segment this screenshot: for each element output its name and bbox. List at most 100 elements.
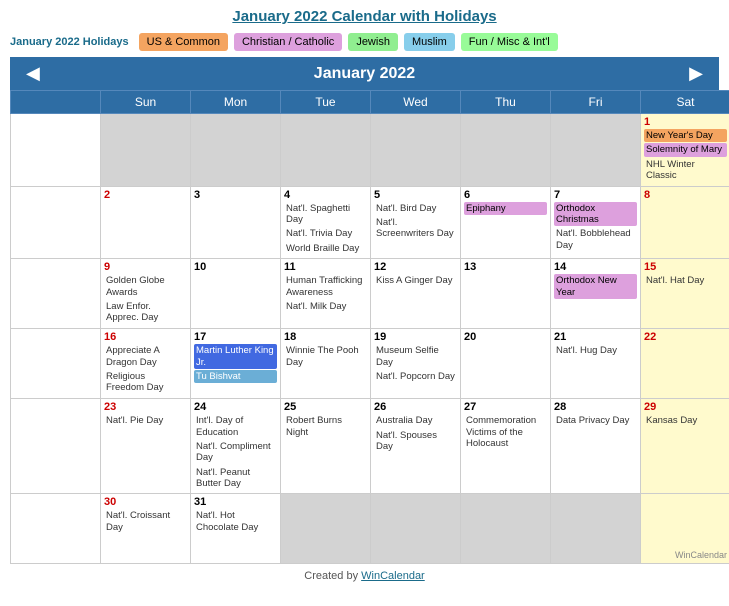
table-row: 3 9 Golden Globe Awards Law Enfor. Appre… [11, 259, 729, 329]
calendar-cell-empty [371, 494, 461, 564]
day-number: 7 [554, 189, 637, 201]
table-row: 6 30 Nat'l. Croissant Day 31 Nat'l. Hot … [11, 494, 729, 564]
event: Museum Selfie Day [374, 344, 457, 369]
week-num: 1 [11, 114, 101, 187]
event: Nat'l. Croissant Day [104, 509, 187, 534]
day-number: 9 [104, 261, 187, 273]
event: Nat'l. Compliment Day [194, 440, 277, 465]
calendar-cell-jan14: 14 Orthodox New Year [551, 259, 641, 329]
table-row: 4 16 Appreciate A Dragon Day Religious F… [11, 329, 729, 399]
calendar-cell-empty [551, 114, 641, 187]
footer-label: WinCalendar [675, 550, 727, 560]
event: Data Privacy Day [554, 414, 637, 427]
week-num: 5 [11, 399, 101, 494]
event: Nat'l. Hot Chocolate Day [194, 509, 277, 534]
event: Nat'l. Spaghetti Day [284, 202, 367, 227]
calendar-table: Sun Mon Tue Wed Thu Fri Sat 1 1 [10, 90, 729, 564]
next-month-button[interactable]: ▶ [685, 63, 707, 84]
event: Nat'l. Screenwriters Day [374, 216, 457, 241]
badge-muslim[interactable]: Muslim [404, 33, 455, 51]
event: Nat'l. Milk Day [284, 300, 367, 313]
day-number: 1 [644, 116, 727, 128]
event: Religious Freedom Day [104, 370, 187, 395]
calendar-cell-jan18: 18 Winnie The Pooh Day [281, 329, 371, 399]
page-title: January 2022 Calendar with Holidays [0, 0, 729, 29]
calendar-cell-jan21: 21 Nat'l. Hug Day [551, 329, 641, 399]
calendar-cell-empty [461, 114, 551, 187]
calendar-cell-jan22: 22 [641, 329, 729, 399]
calendar-cell-jan8: 8 [641, 186, 729, 259]
badge-fun[interactable]: Fun / Misc & Int'l [461, 33, 558, 51]
col-tue: Tue [281, 91, 371, 114]
day-number: 24 [194, 401, 277, 413]
event: Tu Bishvat [194, 370, 277, 383]
event: Nat'l. Hug Day [554, 344, 637, 357]
day-number: 4 [284, 189, 367, 201]
calendar-cell-jan16: 16 Appreciate A Dragon Day Religious Fre… [101, 329, 191, 399]
event: Winnie The Pooh Day [284, 344, 367, 369]
event: Kiss A Ginger Day [374, 274, 457, 287]
calendar-cell-jan24: 24 Int'l. Day of Education Nat'l. Compli… [191, 399, 281, 494]
day-number: 5 [374, 189, 457, 201]
event: Nat'l. Popcorn Day [374, 370, 457, 383]
col-wed: Wed [371, 91, 461, 114]
event: Orthodox Christmas [554, 202, 637, 227]
calendar-cell-jan9: 9 Golden Globe Awards Law Enfor. Apprec.… [101, 259, 191, 329]
calendar-cell-jan7: 7 Orthodox Christmas Nat'l. Bobblehead D… [551, 186, 641, 259]
event: Epiphany [464, 202, 547, 215]
badge-jewish[interactable]: Jewish [348, 33, 398, 51]
event: Law Enfor. Apprec. Day [104, 300, 187, 325]
col-sat: Sat [641, 91, 729, 114]
day-number: 2 [104, 189, 187, 201]
event: Commemoration Victims of the Holocaust [464, 414, 547, 450]
col-fri: Fri [551, 91, 641, 114]
day-number: 18 [284, 331, 367, 343]
event: Solemnity of Mary [644, 143, 727, 156]
calendar-cell-empty [191, 114, 281, 187]
event: Nat'l. Peanut Butter Day [194, 466, 277, 491]
badge-us-common[interactable]: US & Common [139, 33, 228, 51]
creator-link[interactable]: WinCalendar [361, 570, 425, 582]
calendar-cell-empty [371, 114, 461, 187]
legend-label: January 2022 Holidays [10, 36, 129, 48]
week-col-header [11, 91, 101, 114]
calendar-cell-empty [101, 114, 191, 187]
week-num: 6 [11, 494, 101, 564]
prev-month-button[interactable]: ◀ [22, 63, 44, 84]
calendar-cell-jan1: 1 New Year's Day Solemnity of Mary NHL W… [641, 114, 729, 187]
day-number: 8 [644, 189, 727, 201]
event: Robert Burns Night [284, 414, 367, 439]
calendar-cell-jan27: 27 Commemoration Victims of the Holocaus… [461, 399, 551, 494]
day-number: 17 [194, 331, 277, 343]
week-num: 2 [11, 186, 101, 259]
calendar-cell-jan26: 26 Australia Day Nat'l. Spouses Day [371, 399, 461, 494]
calendar-cell-jan28: 28 Data Privacy Day [551, 399, 641, 494]
day-number: 13 [464, 261, 547, 273]
day-number: 10 [194, 261, 277, 273]
day-number: 22 [644, 331, 727, 343]
calendar-cell-empty [551, 494, 641, 564]
day-number: 31 [194, 496, 277, 508]
table-row: 2 2 3 4 Nat'l. Spaghetti Day Nat'l. Triv… [11, 186, 729, 259]
week-num: 4 [11, 329, 101, 399]
calendar-cell-jan13: 13 [461, 259, 551, 329]
day-number: 28 [554, 401, 637, 413]
col-sun: Sun [101, 91, 191, 114]
calendar-cell-jan19: 19 Museum Selfie Day Nat'l. Popcorn Day [371, 329, 461, 399]
event: Int'l. Day of Education [194, 414, 277, 439]
day-number: 27 [464, 401, 547, 413]
event: Human Trafficking Awareness [284, 274, 367, 299]
day-number: 25 [284, 401, 367, 413]
day-number: 26 [374, 401, 457, 413]
calendar-cell-jan12: 12 Kiss A Ginger Day [371, 259, 461, 329]
calendar-cell-jan17: 17 Martin Luther King Jr. Tu Bishvat [191, 329, 281, 399]
day-number: 19 [374, 331, 457, 343]
table-row: 5 23 Nat'l. Pie Day 24 Int'l. Day of Edu… [11, 399, 729, 494]
day-number: 12 [374, 261, 457, 273]
calendar-cell-jan10: 10 [191, 259, 281, 329]
event: World Braille Day [284, 242, 367, 255]
col-mon: Mon [191, 91, 281, 114]
calendar-cell-jan2: 2 [101, 186, 191, 259]
badge-christian[interactable]: Christian / Catholic [234, 33, 342, 51]
calendar-cell-jan30: 30 Nat'l. Croissant Day [101, 494, 191, 564]
